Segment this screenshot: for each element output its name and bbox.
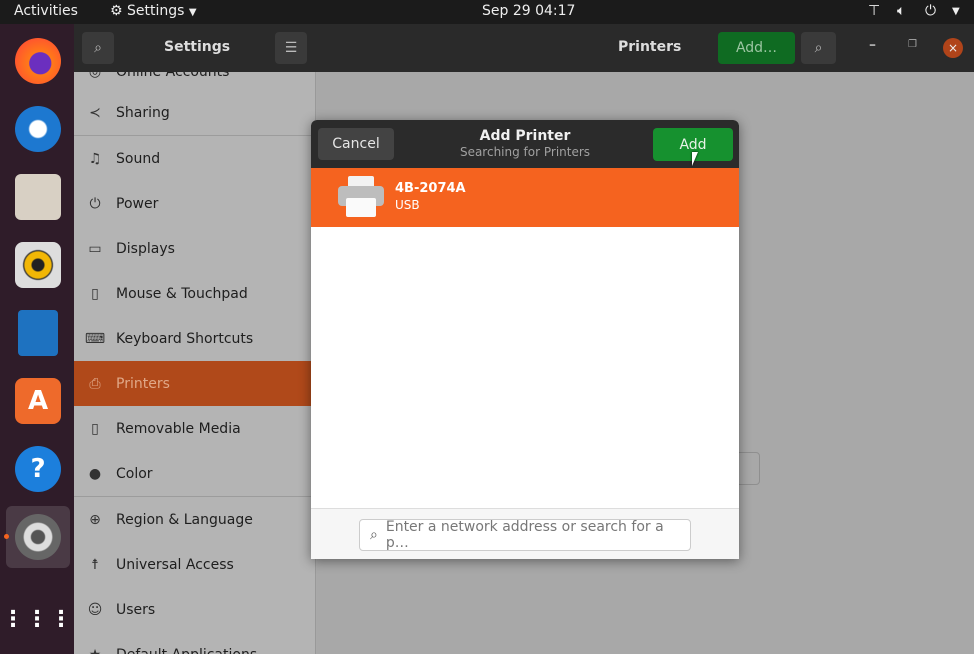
dialog-footer: ⌕ Enter a network address or search for …: [311, 508, 739, 559]
sidebar-item-printers[interactable]: ⎙ Printers: [74, 361, 315, 406]
sidebar-title: Settings: [164, 39, 231, 55]
music-note-icon: ♫: [88, 150, 102, 167]
accessibility-icon: ☨: [91, 556, 99, 573]
sidebar-item-label: Region & Language: [116, 511, 253, 528]
sidebar-item-keyboard-shortcuts[interactable]: ⌨ Keyboard Shortcuts: [74, 316, 315, 361]
sidebar-item-label: Default Applications: [116, 647, 257, 654]
sidebar-item-label: Keyboard Shortcuts: [116, 330, 254, 347]
dock: A ? ⋮⋮⋮: [0, 24, 74, 654]
search-icon: ⌕: [94, 40, 102, 56]
menu-button[interactable]: ☰: [275, 32, 307, 64]
search-placeholder: Enter a network address or search for a …: [385, 519, 664, 551]
sidebar-item-sharing[interactable]: ≺ Sharing: [74, 90, 315, 135]
printer-icon: [338, 176, 384, 218]
thunderbird-icon[interactable]: [15, 106, 61, 152]
sidebar-item-label: Removable Media: [116, 420, 241, 437]
share-icon: ≺: [89, 104, 101, 121]
add-printer-dialog: Cancel Add Printer Searching for Printer…: [311, 120, 739, 559]
close-button[interactable]: ×: [943, 38, 963, 58]
network-address-search-input[interactable]: ⌕ Enter a network address or search for …: [359, 519, 691, 551]
sidebar-item-mouse-touchpad[interactable]: ▯ Mouse & Touchpad: [74, 271, 315, 316]
sidebar: ◎Online Accounts ≺ Sharing ♫ Sound ⏻ Power ▭ Dis…: [74, 72, 316, 654]
search-printers-button[interactable]: ⌕: [801, 32, 836, 64]
printer-name: 4B-2074A: [395, 181, 466, 196]
sidebar-item-label: Power: [116, 195, 159, 212]
app-menu-label: Settings: [127, 3, 185, 19]
settings-icon[interactable]: [15, 514, 61, 560]
mouse-icon: ▯: [91, 285, 99, 302]
dialog-header: Cancel Add Printer Searching for Printer…: [311, 120, 739, 168]
sidebar-item-power[interactable]: ⏻ Power: [74, 181, 315, 226]
usb-drive-icon: ▯: [91, 420, 99, 437]
header-bar: ⌕ Settings ☰ Printers Add… ⌕ – ❐ ×: [74, 24, 974, 72]
sidebar-item-label: Sound: [116, 150, 161, 167]
sidebar-item-default-applications[interactable]: ★Default Applications: [74, 632, 315, 654]
globe-icon: ⊕: [89, 511, 101, 528]
chevron-down-icon: ▼: [188, 7, 197, 18]
help-icon[interactable]: ?: [15, 446, 61, 492]
power-icon: ⏻: [89, 195, 101, 212]
sidebar-item-universal-access[interactable]: ☨ Universal Access: [74, 542, 315, 587]
network-icon[interactable]: ⊤: [868, 3, 880, 19]
star-icon: ★: [74, 647, 116, 654]
running-indicator: [4, 534, 9, 539]
sidebar-item-label: Universal Access: [116, 556, 234, 573]
writer-icon[interactable]: [18, 310, 58, 356]
sidebar-item-users[interactable]: ☺ Users: [74, 587, 315, 632]
sidebar-item-label: Users: [116, 601, 156, 618]
printer-icon: ⎙: [89, 375, 101, 392]
sidebar-item-label: Color: [116, 465, 153, 482]
files-icon[interactable]: [15, 174, 61, 220]
panel-title: Printers: [618, 39, 682, 55]
sidebar-item-sound[interactable]: ♫ Sound: [74, 136, 315, 181]
top-bar: Activities ⚙ Settings ▼ Sep 29 04:17 ⊤ 🔈…: [0, 0, 974, 24]
sidebar-item-displays[interactable]: ▭ Displays: [74, 226, 315, 271]
add-printer-button[interactable]: Add…: [718, 32, 795, 64]
sidebar-item-label: Printers: [116, 375, 170, 392]
volume-icon[interactable]: 🔈︎: [897, 3, 905, 19]
hamburger-icon: ☰: [284, 40, 298, 56]
power-icon[interactable]: ⏻: [925, 3, 936, 19]
mouse-cursor: [692, 152, 698, 166]
sidebar-item-region-language[interactable]: ⊕ Region & Language: [74, 497, 315, 542]
search-icon: ⌕: [370, 527, 378, 543]
firefox-icon[interactable]: [15, 38, 61, 84]
online-accounts-icon: ◎: [74, 72, 116, 80]
sidebar-item-removable-media[interactable]: ▯ Removable Media: [74, 406, 315, 451]
search-button[interactable]: ⌕: [82, 32, 114, 64]
activities-button[interactable]: Activities: [14, 3, 78, 19]
printer-connection: USB: [395, 198, 420, 212]
gear-icon: ⚙: [110, 3, 123, 19]
printer-list-item[interactable]: 4B-2074A USB: [311, 168, 739, 227]
search-icon: ⌕: [814, 40, 823, 56]
sidebar-item-label: Sharing: [116, 104, 170, 121]
show-applications-icon[interactable]: ⋮⋮⋮: [2, 596, 72, 642]
minimize-button[interactable]: –: [869, 37, 876, 53]
keyboard-icon: ⌨: [84, 330, 106, 347]
app-menu[interactable]: ⚙ Settings ▼: [110, 3, 197, 19]
chevron-down-icon[interactable]: ▼: [952, 6, 960, 17]
display-icon: ▭: [88, 240, 102, 257]
users-icon: ☺: [87, 601, 103, 618]
software-icon[interactable]: A: [15, 378, 61, 424]
sidebar-item-label: Online Accounts: [116, 72, 229, 80]
rhythmbox-icon[interactable]: [15, 242, 61, 288]
maximize-button[interactable]: ❐: [908, 39, 917, 50]
sidebar-item-color[interactable]: ● Color: [74, 451, 315, 496]
sidebar-item-label: Displays: [116, 240, 175, 257]
clock[interactable]: Sep 29 04:17: [482, 3, 575, 19]
sidebar-item-label: Mouse & Touchpad: [116, 285, 248, 302]
color-icon: ●: [88, 465, 102, 482]
